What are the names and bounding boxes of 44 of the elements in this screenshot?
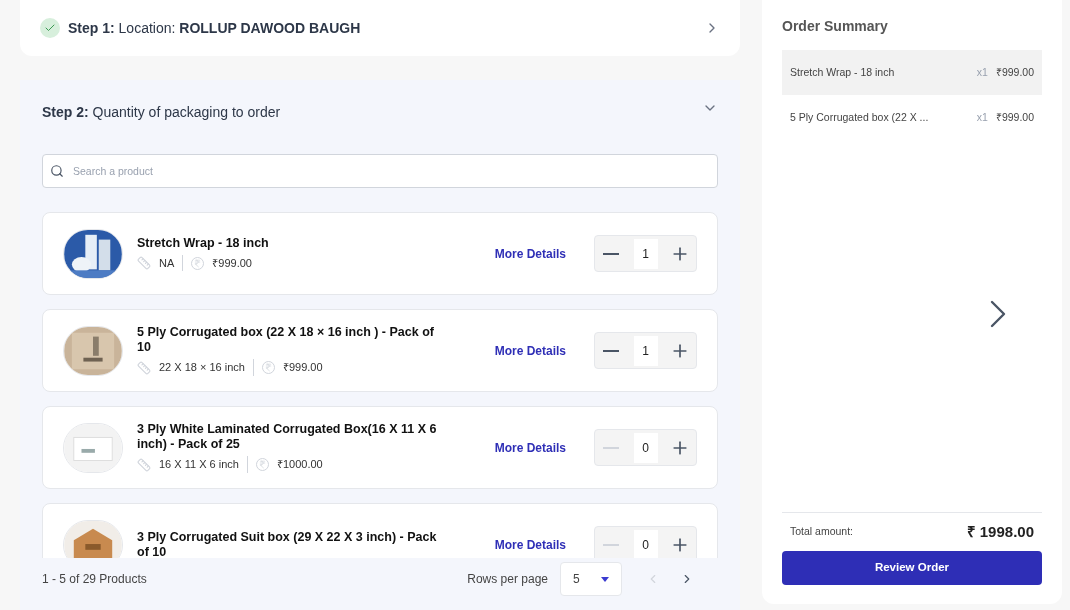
more-details-link[interactable]: More Details [494, 438, 566, 457]
minus-icon [603, 349, 619, 352]
search-field[interactable]: Search a product [42, 154, 718, 188]
summary-item-price: ₹999.00 [995, 109, 1034, 125]
rows-per-page-label: Rows per page [467, 571, 548, 588]
summary-item-name: Stretch Wrap - 18 inch [790, 64, 896, 80]
review-order-button[interactable]: Review Order [782, 551, 1042, 585]
product-price: ₹999.00 [282, 360, 323, 376]
ruler-icon [137, 457, 151, 472]
summary-item-quantity: x1 [976, 109, 988, 125]
quantity-value: 1 [633, 238, 658, 269]
order-summary-title: Order Summary [782, 17, 889, 36]
rows-per-page-select[interactable]: 5 [560, 562, 622, 596]
product-name: 3 Ply Corrugated Suit box (29 X 22 X 3 inch) - Pack of 10 [137, 529, 438, 558]
ruler-icon [137, 256, 151, 270]
product-size: 16 X 11 X 6 inch [159, 456, 248, 473]
minus-icon [603, 446, 619, 449]
product-price: ₹1000.00 [276, 457, 323, 473]
more-details-link[interactable]: More Details [494, 244, 566, 263]
ruler-icon [137, 360, 151, 375]
quantity-value: 0 [633, 529, 658, 558]
search-icon [50, 164, 64, 178]
product-size: NA [159, 254, 184, 272]
total-amount-value: ₹ 1998.00 [966, 521, 1034, 542]
product-name: 3 Ply White Laminated Corrugated Box(16 X 11 X 6 inch) - Pack of 25 [137, 422, 438, 453]
product-name: Stretch Wrap - 18 inch [137, 235, 270, 251]
summary-item-quantity: x1 [976, 64, 988, 80]
more-details-link[interactable]: More Details [494, 535, 566, 554]
step-two-title: Step 2: Quantity of packaging to order [42, 102, 281, 122]
step-one-card[interactable]: Step 1: Location: ROLLUP DAWOOD BAUGH [20, 0, 740, 56]
minus-icon [603, 543, 619, 546]
pagination-range: 1 - 5 of 29 Products [42, 571, 147, 588]
step-one-title: Step 1: Location: ROLLUP DAWOOD BAUGH [68, 18, 361, 38]
summary-item-price: ₹999.00 [995, 64, 1034, 80]
more-details-link[interactable]: More Details [494, 341, 566, 360]
minus-icon [603, 252, 619, 255]
product-name: 5 Ply Corrugated box (22 X 18 × 16 inch ) - Pack of 10 [137, 325, 435, 356]
product-size: 22 X 18 × 16 inch [159, 359, 254, 376]
quantity-value: 1 [633, 335, 658, 366]
summary-item-name: 5 Ply Corrugated box (22 X ... [790, 109, 930, 125]
product-price: ₹999.00 [212, 255, 252, 271]
total-amount-label: Total amount: [790, 523, 854, 539]
dropdown-caret-icon [601, 576, 609, 582]
quantity-value: 0 [633, 432, 658, 463]
